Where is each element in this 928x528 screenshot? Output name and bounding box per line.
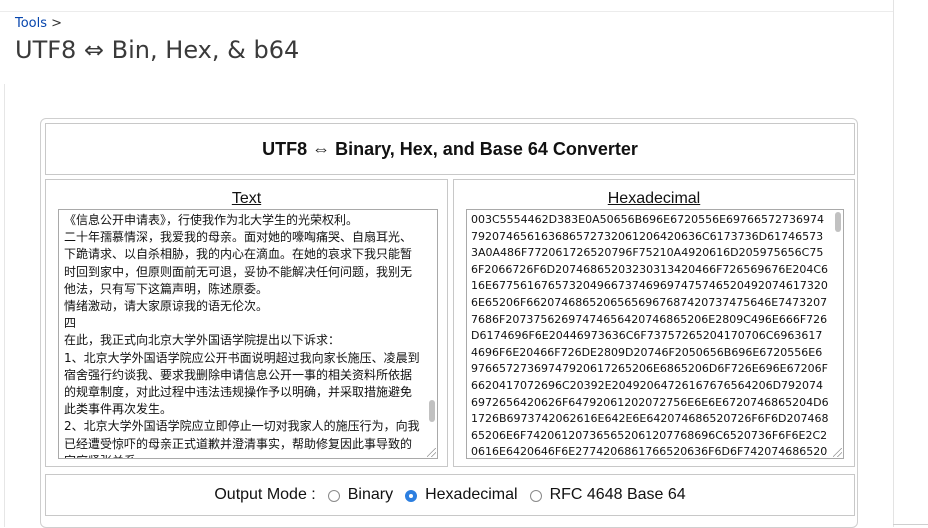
output-mode-label: Output Mode : <box>214 486 316 503</box>
bottom-right-rule <box>893 524 928 525</box>
left-border <box>4 84 5 527</box>
binary-option-label[interactable]: Binary <box>348 486 393 504</box>
text-resize-handle[interactable] <box>427 448 436 457</box>
text-input-content: 《信息公开申请表》，行使我作为北大学生的光荣权利。 二十年孺慕情深，我爱我的母亲… <box>64 213 420 458</box>
hex-resize-handle[interactable] <box>833 448 842 457</box>
page-title: UTF8 ⇔ Bin, Hex, & b64 <box>15 36 300 64</box>
hex-output-content: 003C5554462D383E0A50656B696E6720556E6976… <box>471 213 829 459</box>
text-scrollbar[interactable] <box>429 400 435 422</box>
converter-panel: UTF8 ⇔ Binary, Hex, and Base 64 Converte… <box>40 118 858 528</box>
hex-scrollbar[interactable] <box>835 212 841 232</box>
breadcrumb-separator: > <box>51 16 63 31</box>
breadcrumb: Tools > <box>15 16 62 31</box>
converter-header: UTF8 ⇔ Binary, Hex, and Base 64 Converte… <box>45 123 855 175</box>
converter-title: UTF8 ⇔ Binary, Hex, and Base 64 Converte… <box>262 139 638 159</box>
base64-option-label[interactable]: RFC 4648 Base 64 <box>550 486 686 504</box>
right-border <box>893 0 894 527</box>
hex-output[interactable]: 003C5554462D383E0A50656B696E6720556E6976… <box>466 209 844 459</box>
binary-radio[interactable] <box>327 490 340 502</box>
top-rule <box>0 11 893 12</box>
output-mode-box: Output Mode : Binary Hexadecimal RFC 464… <box>45 474 855 516</box>
text-input[interactable]: 《信息公开申请表》，行使我作为北大学生的光荣权利。 二十年孺慕情深，我爱我的母亲… <box>58 209 438 459</box>
hex-column: Hexadecimal 003C5554462D383E0A50656B696E… <box>453 179 855 467</box>
text-column: Text 《信息公开申请表》，行使我作为北大学生的光荣权利。 二十年孺慕情深，我… <box>45 179 448 467</box>
hex-label: Hexadecimal <box>607 190 701 207</box>
text-label: Text <box>231 190 262 207</box>
hexadecimal-option-label[interactable]: Hexadecimal <box>425 486 517 504</box>
hexadecimal-radio[interactable] <box>405 490 418 502</box>
output-mode-row: Output Mode : Binary Hexadecimal RFC 464… <box>46 475 854 515</box>
base64-radio[interactable] <box>529 490 542 502</box>
breadcrumb-tools-link[interactable]: Tools <box>15 16 47 31</box>
